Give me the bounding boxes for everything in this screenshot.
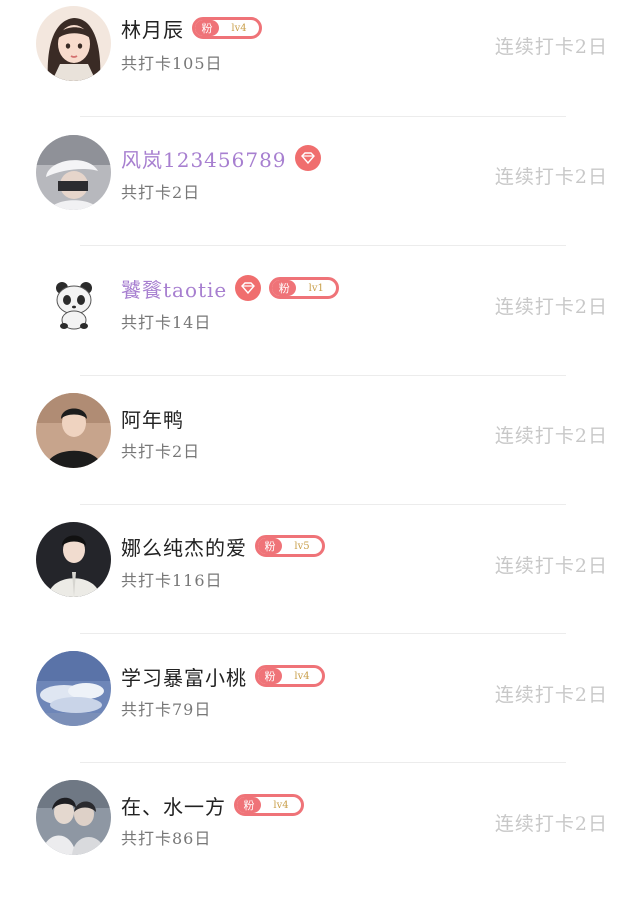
fan-level-badge[interactable]: 粉 lv1 xyxy=(269,277,340,299)
fan-badge-level: lv5 xyxy=(294,540,310,552)
streak-checkin-count: 连续打卡2日 xyxy=(494,813,608,835)
fan-badge-level: lv4 xyxy=(231,22,247,34)
total-checkin-count: 共打卡2日 xyxy=(121,183,201,202)
list-item[interactable]: 林月辰 粉 lv4 共打卡105日 连续打卡2日 xyxy=(0,0,640,129)
checkin-member-list: 林月辰 粉 lv4 共打卡105日 连续打卡2日 风岚123456789 共打卡… xyxy=(0,0,640,888)
fan-badge-label: 粉 xyxy=(237,797,261,813)
streak-checkin-count: 连续打卡2日 xyxy=(494,555,608,577)
avatar-man-white-shirt[interactable] xyxy=(36,522,111,597)
diamond-vip-icon xyxy=(235,275,262,301)
divider xyxy=(80,762,566,763)
streak-checkin-count: 连续打卡2日 xyxy=(494,425,608,447)
fan-level-badge[interactable]: 粉 lv4 xyxy=(192,17,262,39)
avatar-person-cap[interactable] xyxy=(36,135,111,210)
list-item[interactable]: 饕餮taotie 粉 lv1 共打卡14日 连续打卡2日 xyxy=(0,258,640,387)
divider xyxy=(80,245,566,246)
username[interactable]: 饕餮taotie xyxy=(121,274,227,303)
name-line: 风岚123456789 xyxy=(121,143,321,173)
username[interactable]: 风岚123456789 xyxy=(121,144,287,173)
total-checkin-count: 共打卡116日 xyxy=(121,571,223,590)
divider xyxy=(80,633,566,634)
fan-badge-level: lv1 xyxy=(308,282,324,294)
fan-badge-level: lv4 xyxy=(273,799,289,811)
list-item[interactable]: 风岚123456789 共打卡2日 连续打卡2日 xyxy=(0,129,640,258)
avatar-illustrated-girl[interactable] xyxy=(36,6,111,81)
fan-badge-label: 粉 xyxy=(195,20,219,36)
total-checkin-count: 共打卡14日 xyxy=(121,313,212,332)
divider xyxy=(80,116,566,117)
divider xyxy=(80,375,566,376)
streak-checkin-count: 连续打卡2日 xyxy=(494,684,608,706)
streak-checkin-count: 连续打卡2日 xyxy=(494,36,608,58)
diamond-vip-icon xyxy=(294,145,321,171)
list-item[interactable]: 学习暴富小桃 粉 lv4 共打卡79日 连续打卡2日 xyxy=(0,645,640,774)
username[interactable]: 阿年鸭 xyxy=(121,404,184,433)
fan-badge-label: 粉 xyxy=(258,538,282,554)
total-checkin-count: 共打卡86日 xyxy=(121,829,212,848)
streak-checkin-count: 连续打卡2日 xyxy=(494,296,608,318)
list-item[interactable]: 阿年鸭 共打卡2日 连续打卡2日 xyxy=(0,387,640,516)
total-checkin-count: 共打卡2日 xyxy=(121,442,201,461)
avatar-sky-clouds[interactable] xyxy=(36,651,111,726)
name-line: 饕餮taotie 粉 lv1 xyxy=(121,273,340,303)
total-checkin-count: 共打卡105日 xyxy=(121,54,223,73)
total-checkin-count: 共打卡79日 xyxy=(121,700,212,719)
streak-checkin-count: 连续打卡2日 xyxy=(494,166,608,188)
name-line: 娜么纯杰的爱 粉 lv5 xyxy=(121,531,325,561)
username[interactable]: 林月辰 xyxy=(121,14,184,43)
fan-badge-label: 粉 xyxy=(258,668,282,684)
avatar-panda[interactable] xyxy=(36,264,111,339)
username[interactable]: 娜么纯杰的爱 xyxy=(121,532,247,561)
name-line: 学习暴富小桃 粉 lv4 xyxy=(121,661,325,691)
name-line: 阿年鸭 xyxy=(121,403,184,433)
username[interactable]: 学习暴富小桃 xyxy=(121,662,247,691)
fan-badge-level: lv4 xyxy=(294,670,310,682)
divider xyxy=(80,504,566,505)
name-line: 林月辰 粉 lv4 xyxy=(121,13,262,43)
fan-level-badge[interactable]: 粉 lv5 xyxy=(255,535,325,557)
avatar-couple[interactable] xyxy=(36,780,111,855)
fan-badge-label: 粉 xyxy=(272,280,297,296)
avatar-young-man[interactable] xyxy=(36,393,111,468)
username[interactable]: 在、水一方 xyxy=(121,791,226,820)
fan-level-badge[interactable]: 粉 lv4 xyxy=(234,794,304,816)
list-item[interactable]: 在、水一方 粉 lv4 共打卡86日 连续打卡2日 xyxy=(0,774,640,903)
name-line: 在、水一方 粉 lv4 xyxy=(121,790,304,820)
list-item[interactable]: 娜么纯杰的爱 粉 lv5 共打卡116日 连续打卡2日 xyxy=(0,516,640,645)
fan-level-badge[interactable]: 粉 lv4 xyxy=(255,665,325,687)
